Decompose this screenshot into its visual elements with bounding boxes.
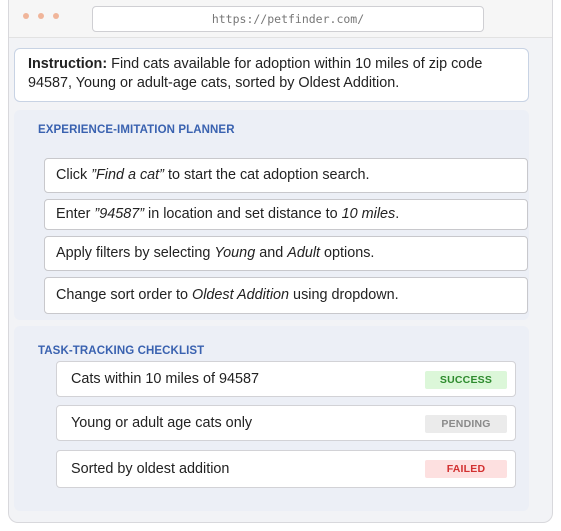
planner-step: Click ”Find a cat” to start the cat adop…	[44, 158, 528, 193]
checklist-item: Cats within 10 miles of 94587 SUCCESS	[56, 361, 516, 397]
instruction-label: Instruction:	[28, 56, 108, 72]
planner-title: EXPERIENCE-IMITATION PLANNER	[38, 124, 235, 136]
planner-step: Enter ”94587” in location and set distan…	[44, 199, 528, 230]
url-bar[interactable]: https://petfinder.com/	[92, 6, 484, 32]
maximize-window-dot[interactable]	[53, 13, 59, 19]
status-badge-success: SUCCESS	[425, 371, 507, 389]
close-window-dot[interactable]	[23, 13, 29, 19]
checklist-item: Young or adult age cats only PENDING	[56, 405, 516, 441]
status-badge-failed: FAILED	[425, 460, 507, 478]
checklist-item-label: Sorted by oldest addition	[71, 461, 230, 477]
checklist-title: TASK-TRACKING CHECKLIST	[38, 345, 205, 357]
instruction-box: Instruction: Find cats available for ado…	[14, 48, 529, 102]
browser-titlebar: https://petfinder.com/	[9, 0, 552, 38]
status-badge-pending: PENDING	[425, 415, 507, 433]
checklist-item-label: Cats within 10 miles of 94587	[71, 371, 259, 387]
planner-step: Apply filters by selecting Young and Adu…	[44, 236, 528, 271]
checklist-item-label: Young or adult age cats only	[71, 415, 253, 431]
planner-step: Change sort order to Oldest Addition usi…	[44, 277, 528, 314]
checklist-item: Sorted by oldest addition FAILED	[56, 450, 516, 488]
minimize-window-dot[interactable]	[38, 13, 44, 19]
